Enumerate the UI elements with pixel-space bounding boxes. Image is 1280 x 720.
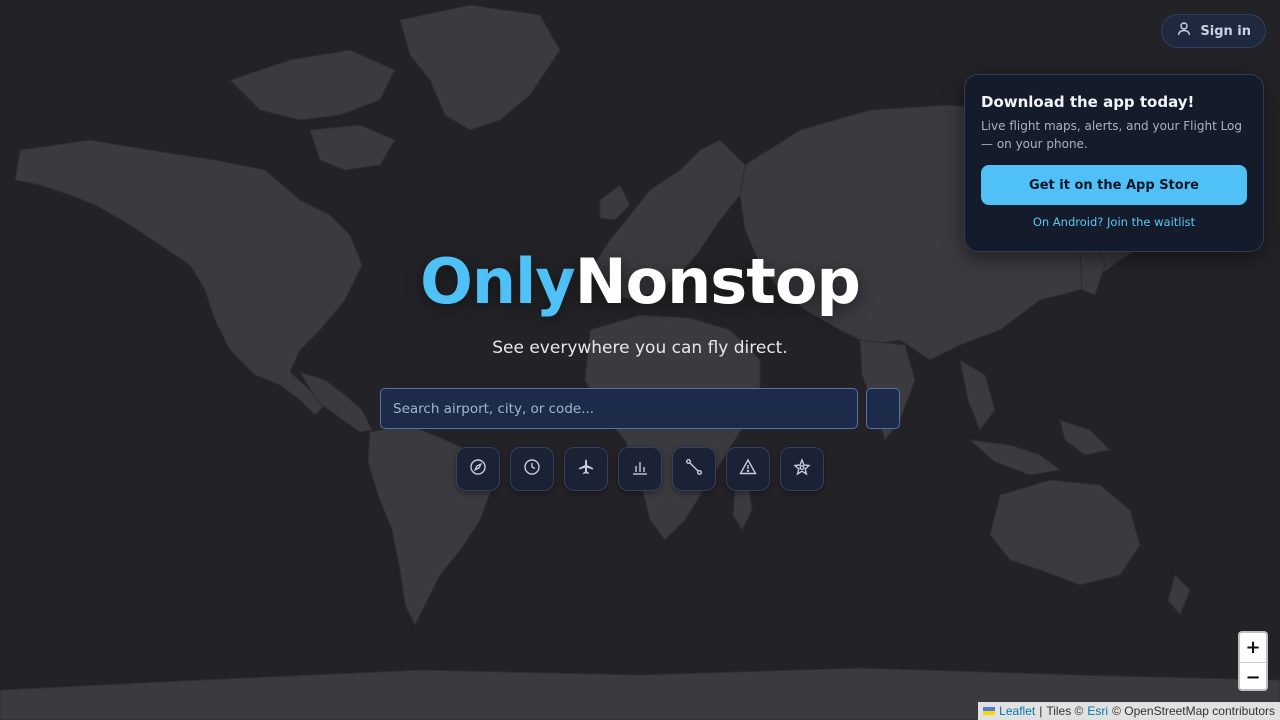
- tool-bar: [456, 447, 824, 491]
- warning-icon: [739, 458, 757, 480]
- attribution-separator: |: [1039, 704, 1043, 718]
- bar-chart-icon: [631, 458, 649, 480]
- clock-icon: [523, 458, 541, 480]
- flights-button[interactable]: [564, 447, 608, 491]
- sign-in-button[interactable]: Sign in: [1161, 14, 1266, 48]
- zoom-in-button[interactable]: +: [1240, 633, 1266, 663]
- leaflet-link[interactable]: Leaflet: [999, 702, 1035, 720]
- map-attribution: Leaflet | Tiles © Esri © OpenStreetMap c…: [978, 702, 1280, 720]
- promo-title: Download the app today!: [981, 93, 1195, 111]
- logo-part-only: Only: [420, 245, 576, 318]
- sign-in-label: Sign in: [1200, 23, 1251, 39]
- explore-button[interactable]: [456, 447, 500, 491]
- hero: OnlyNonstop See everywhere you can fly d…: [0, 240, 1280, 358]
- stats-button[interactable]: [618, 447, 662, 491]
- app-promo-card: Download the app today! Live flight maps…: [964, 74, 1264, 252]
- ukraine-flag-icon: [983, 707, 996, 715]
- zoom-control: + −: [1238, 631, 1268, 691]
- route-icon: [685, 458, 703, 480]
- plane-icon: [577, 458, 595, 480]
- recent-button[interactable]: [510, 447, 554, 491]
- tagline: See everywhere you can fly direct.: [492, 338, 788, 358]
- search-bar: [380, 388, 900, 429]
- search-submit-button[interactable]: [866, 388, 900, 429]
- alerts-button[interactable]: [726, 447, 770, 491]
- esri-link[interactable]: Esri: [1087, 702, 1108, 720]
- app-logo: OnlyNonstop: [0, 240, 1280, 324]
- android-waitlist-link[interactable]: On Android? Join the waitlist: [981, 215, 1247, 229]
- achievements-button[interactable]: [780, 447, 824, 491]
- logo-part-nonstop: Nonstop: [574, 245, 861, 318]
- user-icon: [1176, 21, 1192, 41]
- osm-credit: © OpenStreetMap contributors: [1112, 704, 1275, 718]
- routes-button[interactable]: [672, 447, 716, 491]
- star-badge-icon: [793, 458, 811, 480]
- zoom-out-button[interactable]: −: [1240, 663, 1266, 689]
- tiles-label: Tiles ©: [1046, 704, 1084, 718]
- app-store-button[interactable]: Get it on the App Store: [981, 165, 1247, 205]
- search-input[interactable]: [380, 388, 858, 429]
- promo-description: Live flight maps, alerts, and your Fligh…: [981, 119, 1243, 151]
- compass-icon: [469, 458, 487, 480]
